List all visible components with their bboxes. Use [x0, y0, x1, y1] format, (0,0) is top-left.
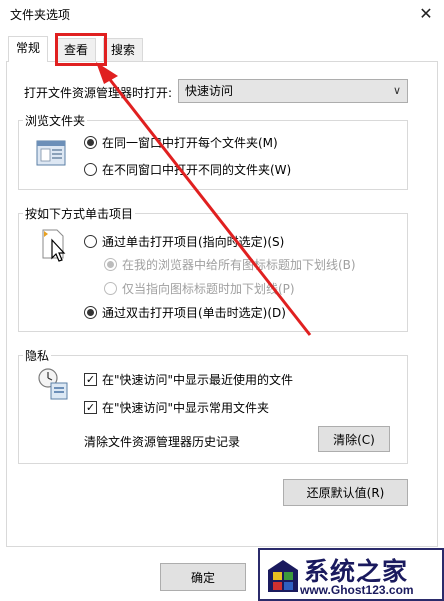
open-in-dropdown[interactable]: 快速访问 ∨ — [178, 79, 408, 103]
privacy-legend: 隐私 — [25, 349, 50, 363]
radio-indicator — [84, 136, 97, 149]
tab-panel-general: 打开文件资源管理器时打开: 快速访问 ∨ 浏览文件夹 在同一窗口中打开每个文件夹… — [6, 61, 438, 547]
folder-window-icon — [36, 140, 66, 169]
click-items-legend: 按如下方式单击项目 — [25, 207, 134, 221]
tab-search[interactable]: 搜索 — [103, 38, 144, 62]
radio-single-click[interactable]: 通过单击打开项目(指向时选定)(S) — [84, 233, 284, 250]
checkmark-icon: ✓ — [84, 373, 97, 386]
browse-folders-legend: 浏览文件夹 — [25, 114, 86, 128]
annotation-highlight-box — [55, 33, 107, 66]
checkbox-frequent-folders[interactable]: ✓ 在"快速访问"中显示常用文件夹 — [84, 399, 269, 416]
checkbox-recent-files[interactable]: ✓ 在"快速访问"中显示最近使用的文件 — [84, 371, 293, 388]
radio-double-click[interactable]: 通过双击打开项目(单击时选定)(D) — [84, 304, 286, 321]
ok-button[interactable]: 确定 — [160, 563, 246, 591]
open-in-label: 打开文件资源管理器时打开: — [24, 86, 173, 100]
checkmark-icon: ✓ — [84, 401, 97, 414]
chevron-down-icon: ∨ — [392, 84, 401, 97]
window-title: 文件夹选项 — [10, 8, 71, 22]
close-icon[interactable]: ✕ — [414, 2, 438, 24]
radio-indicator — [104, 258, 117, 271]
watermark-logo: 系统之家 www.Ghost123.com — [258, 548, 444, 601]
radio-new-window[interactable]: 在不同窗口中打开不同的文件夹(W) — [84, 161, 291, 178]
watermark-logo-icon — [268, 560, 298, 592]
radio-indicator — [104, 282, 117, 295]
restore-defaults-button[interactable]: 还原默认值(R) — [283, 479, 408, 506]
radio-underline-all[interactable]: 在我的浏览器中给所有图标标题加下划线(B) — [104, 256, 356, 273]
title-bar: 文件夹选项 ✕ — [0, 0, 444, 28]
radio-same-window[interactable]: 在同一窗口中打开每个文件夹(M) — [84, 134, 278, 151]
watermark-url: www.Ghost123.com — [300, 583, 414, 597]
radio-indicator — [84, 306, 97, 319]
cursor-click-icon — [40, 228, 68, 265]
clear-history-label: 清除文件资源管理器历史记录 — [84, 435, 241, 449]
clear-button[interactable]: 清除(C) — [318, 426, 390, 452]
open-in-value: 快速访问 — [185, 84, 234, 98]
clock-document-icon — [37, 367, 69, 404]
radio-indicator — [84, 235, 97, 248]
tab-general[interactable]: 常规 — [8, 36, 49, 62]
browse-folders-group: 浏览文件夹 — [18, 112, 408, 190]
radio-underline-point[interactable]: 仅当指向图标标题时加下划线(P) — [104, 280, 295, 297]
radio-indicator — [84, 163, 97, 176]
